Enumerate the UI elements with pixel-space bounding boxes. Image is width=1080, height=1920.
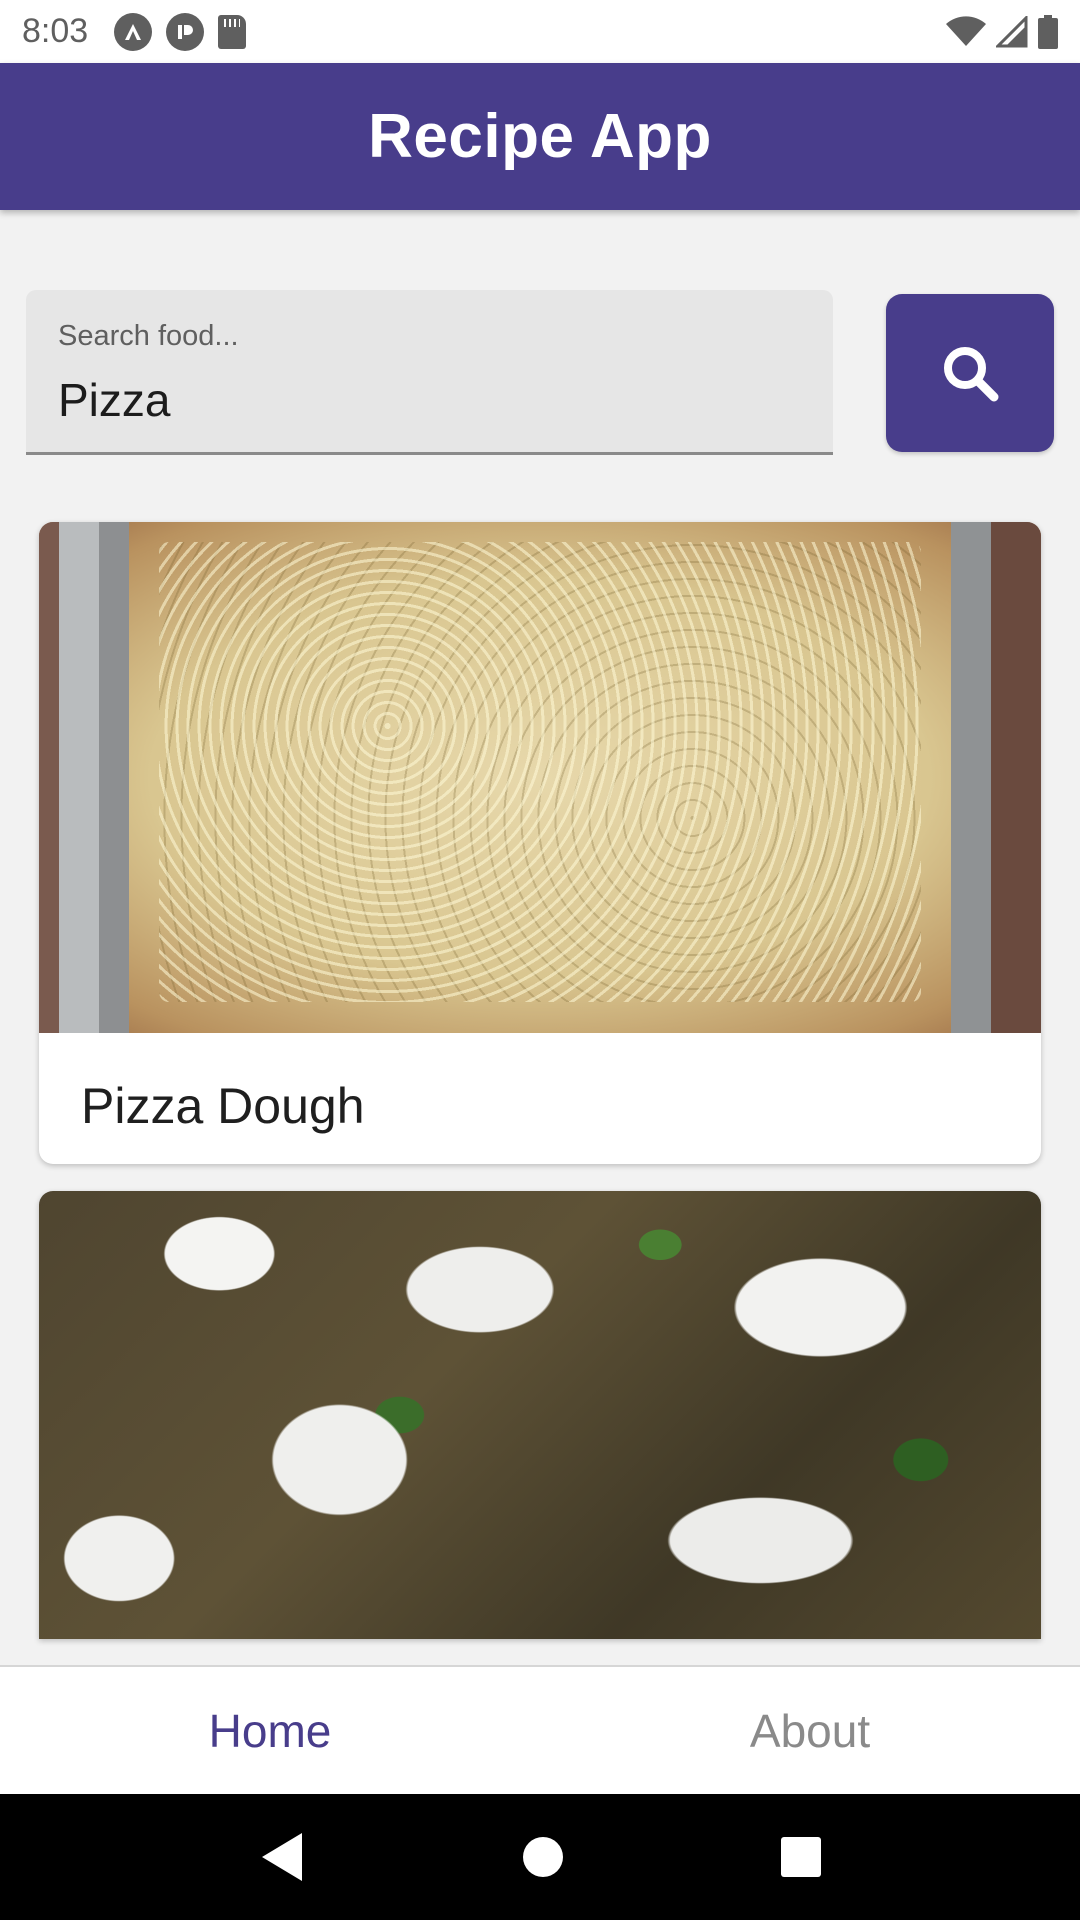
- search-input-value[interactable]: Pizza: [58, 373, 170, 427]
- recipe-title: Pizza Dough: [81, 1078, 365, 1134]
- wifi-icon: [946, 15, 986, 46]
- status-bar: 8:03: [0, 0, 1080, 63]
- app-title: Recipe App: [368, 102, 712, 171]
- status-notification-icons: [114, 12, 247, 51]
- android-a-icon: [114, 12, 153, 51]
- cellular-signal-icon: [996, 15, 1028, 47]
- pizza-dough-photo: [39, 522, 1041, 1033]
- recipe-card[interactable]: Pizza Dough: [39, 522, 1041, 1164]
- home-icon[interactable]: [521, 1835, 565, 1879]
- status-system-icons: [946, 14, 1058, 49]
- search-icon: [944, 347, 999, 402]
- app-bar: Recipe App: [0, 63, 1080, 210]
- search-input[interactable]: Search food... Pizza: [26, 290, 833, 455]
- search-input-label: Search food...: [58, 320, 239, 352]
- nav-about-tab[interactable]: About: [540, 1667, 1080, 1794]
- status-time: 8:03: [22, 12, 89, 50]
- nav-home-tab[interactable]: Home: [0, 1667, 540, 1794]
- bottom-navigation: Home About: [0, 1665, 1080, 1794]
- burrata-pizza-photo: [39, 1191, 1041, 1639]
- system-navigation-bar: [0, 1794, 1080, 1920]
- sd-card-icon: [218, 14, 247, 49]
- recipe-card[interactable]: [39, 1191, 1041, 1639]
- recents-icon[interactable]: [780, 1836, 822, 1878]
- battery-icon: [1038, 14, 1058, 49]
- back-icon[interactable]: [258, 1831, 306, 1883]
- p-icon: [166, 12, 205, 51]
- search-button[interactable]: [886, 294, 1054, 452]
